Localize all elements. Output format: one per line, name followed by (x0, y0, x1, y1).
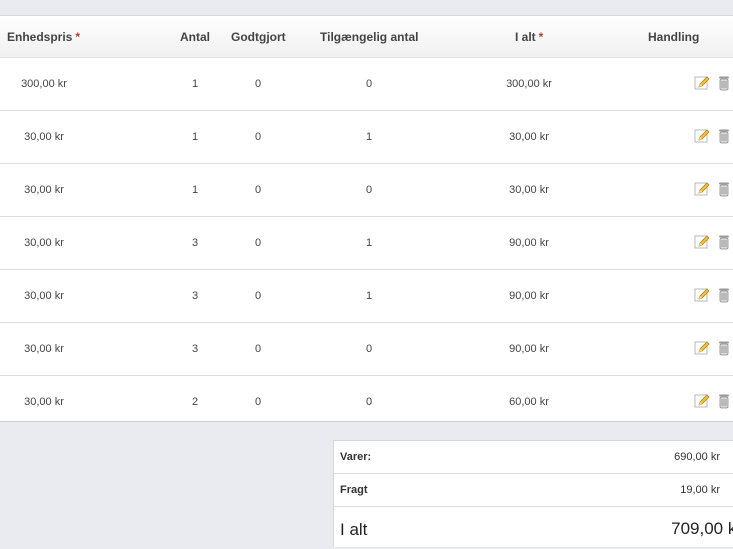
shipping-label: Fragt (340, 484, 368, 496)
trash-icon[interactable] (718, 128, 730, 144)
cell-unit-price: 300,00 kr (21, 78, 67, 90)
items-label: Varer: (340, 451, 372, 463)
cell-total: 300,00 kr (506, 78, 552, 90)
cell-total: 90,00 kr (509, 237, 549, 249)
header-credited: Godtgjort (231, 30, 286, 44)
header-unit-price: Enhedspris * (7, 30, 80, 44)
cell-available: 0 (365, 343, 373, 355)
order-lines-panel: Enhedspris * Antal Godtgjort Tilgængelig … (0, 15, 733, 422)
cell-available: 0 (365, 184, 373, 196)
trash-icon[interactable] (718, 340, 730, 356)
cell-available: 0 (365, 396, 373, 408)
totals-items-row: Varer: 690,00 kr (334, 441, 733, 474)
pencil-icon[interactable] (694, 287, 710, 303)
cell-available: 1 (365, 290, 373, 302)
trash-icon[interactable] (718, 287, 730, 303)
grand-total-label: I alt (340, 520, 368, 539)
header-total-label: I alt (515, 30, 536, 44)
pencil-icon[interactable] (694, 393, 710, 409)
pencil-icon[interactable] (694, 340, 710, 356)
table-row: 30,00 kr 2 0 0 60,00 kr (0, 376, 733, 428)
cell-unit-price: 30,00 kr (24, 343, 64, 355)
totals-grand-row: I alt 709,00 kr (334, 507, 733, 549)
pencil-icon[interactable] (694, 75, 710, 91)
cell-total: 90,00 kr (509, 290, 549, 302)
cell-unit-price: 30,00 kr (24, 184, 64, 196)
trash-icon[interactable] (718, 75, 730, 91)
cell-available: 0 (365, 78, 373, 90)
cell-total: 30,00 kr (509, 131, 549, 143)
trash-icon[interactable] (718, 181, 730, 197)
grand-total-value: 709,00 kr (671, 519, 733, 538)
header-unit-price-label: Enhedspris (7, 30, 73, 44)
cell-credited: 0 (254, 343, 262, 355)
pencil-icon[interactable] (694, 234, 710, 250)
trash-icon[interactable] (718, 393, 730, 409)
cell-credited: 0 (254, 290, 262, 302)
totals-shipping-row: Fragt 19,00 kr (334, 474, 733, 507)
table-row: 30,00 kr 1 0 0 30,00 kr (0, 164, 733, 217)
cell-credited: 0 (254, 78, 262, 90)
cell-unit-price: 30,00 kr (24, 237, 64, 249)
cell-unit-price: 30,00 kr (24, 290, 64, 302)
header-quantity: Antal (180, 30, 210, 44)
header-action: Handling (648, 30, 700, 44)
cell-total: 60,00 kr (509, 396, 549, 408)
cell-total: 90,00 kr (509, 343, 549, 355)
table-body: 300,00 kr 1 0 0 300,00 kr 30,00 kr 1 0 1 30,00 kr… (0, 58, 733, 428)
table-row: 30,00 kr 3 0 1 90,00 kr (0, 270, 733, 323)
cell-available: 1 (365, 237, 373, 249)
required-marker: * (538, 30, 544, 44)
items-value: 690,00 kr (674, 451, 720, 463)
shipping-value: 19,00 kr (680, 484, 720, 496)
table-row: 30,00 kr 1 0 1 30,00 kr (0, 111, 733, 164)
required-marker: * (75, 30, 81, 44)
order-totals: Varer: 690,00 kr Fragt 19,00 kr I alt 70… (333, 440, 733, 547)
header-available: Tilgængelig antal (320, 30, 419, 44)
cell-total: 30,00 kr (509, 184, 549, 196)
table-header: Enhedspris * Antal Godtgjort Tilgængelig … (0, 16, 733, 58)
table-row: 30,00 kr 3 0 1 90,00 kr (0, 217, 733, 270)
cell-unit-price: 30,00 kr (24, 396, 64, 408)
trash-icon[interactable] (718, 234, 730, 250)
pencil-icon[interactable] (694, 128, 710, 144)
cell-unit-price: 30,00 kr (24, 131, 64, 143)
cell-credited: 0 (254, 131, 262, 143)
table-row: 30,00 kr 3 0 0 90,00 kr (0, 323, 733, 376)
pencil-icon[interactable] (694, 181, 710, 197)
cell-credited: 0 (254, 184, 262, 196)
table-row: 300,00 kr 1 0 0 300,00 kr (0, 58, 733, 111)
cell-available: 1 (365, 131, 373, 143)
cell-credited: 0 (254, 396, 262, 408)
cell-credited: 0 (254, 237, 262, 249)
header-total: I alt * (515, 30, 543, 44)
